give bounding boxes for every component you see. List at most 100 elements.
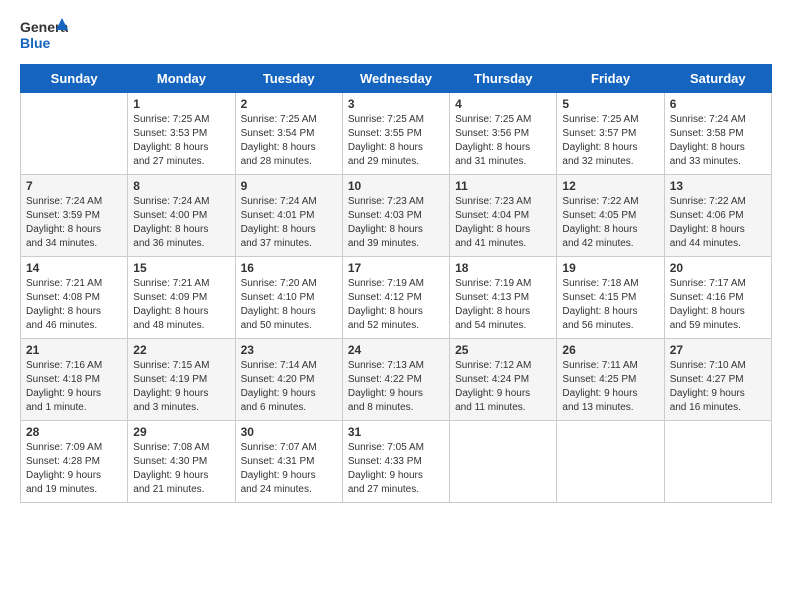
calendar-cell: 15Sunrise: 7:21 AM Sunset: 4:09 PM Dayli…	[128, 257, 235, 339]
day-info: Sunrise: 7:21 AM Sunset: 4:08 PM Dayligh…	[26, 277, 122, 333]
day-number: 9	[241, 179, 337, 193]
day-header-friday: Friday	[557, 65, 664, 93]
calendar-cell: 25 Sunrise: 7:12 AM Sunset: 4:24 PM Dayli…	[450, 339, 557, 421]
day-info: Sunrise: 7:10 AM Sunset: 4:27 PM Dayligh…	[670, 359, 766, 415]
day-number: 5	[562, 97, 658, 111]
calendar-cell: 11 Sunrise: 7:23 AM Sunset: 4:04 PM Dayli…	[450, 175, 557, 257]
svg-text:Blue: Blue	[20, 35, 51, 51]
day-info: Sunrise: 7:05 AM Sunset: 4:33 PM Dayligh…	[348, 441, 444, 497]
day-info: Sunrise: 7:25 AM Sunset: 3:54 PM Dayligh…	[241, 113, 337, 169]
day-info: Sunrise: 7:14 AM Sunset: 4:20 PM Dayligh…	[241, 359, 337, 415]
day-info: Sunrise: 7:22 AM Sunset: 4:06 PM Dayligh…	[670, 195, 766, 251]
calendar-cell: 7 Sunrise: 7:24 AM Sunset: 3:59 PM Daylig…	[21, 175, 128, 257]
day-info: Sunrise: 7:24 AM Sunset: 3:59 PM Dayligh…	[26, 195, 122, 251]
day-header-tuesday: Tuesday	[235, 65, 342, 93]
day-info: Sunrise: 7:12 AM Sunset: 4:24 PM Dayligh…	[455, 359, 551, 415]
day-number: 7	[26, 179, 122, 193]
day-info: Sunrise: 7:18 AM Sunset: 4:15 PM Dayligh…	[562, 277, 658, 333]
day-number: 11	[455, 179, 551, 193]
day-number: 13	[670, 179, 766, 193]
day-number: 18	[455, 261, 551, 275]
day-number: 27	[670, 343, 766, 357]
calendar-table: SundayMondayTuesdayWednesdayThursdayFrid…	[20, 64, 772, 503]
calendar-cell: 12Sunrise: 7:22 AM Sunset: 4:05 PM Dayli…	[557, 175, 664, 257]
week-row-3: 14 Sunrise: 7:21 AM Sunset: 4:08 PM Dayli…	[21, 257, 772, 339]
calendar-cell: 29 Sunrise: 7:08 AM Sunset: 4:30 PM Dayli…	[128, 421, 235, 503]
day-number: 23	[241, 343, 337, 357]
calendar-cell: 5Sunrise: 7:25 AM Sunset: 3:57 PM Daylig…	[557, 93, 664, 175]
day-info: Sunrise: 7:13 AM Sunset: 4:22 PM Dayligh…	[348, 359, 444, 415]
day-number: 21	[26, 343, 122, 357]
calendar-cell: 2 Sunrise: 7:25 AM Sunset: 3:54 PM Daylig…	[235, 93, 342, 175]
day-info: Sunrise: 7:24 AM Sunset: 4:00 PM Dayligh…	[133, 195, 229, 251]
calendar-cell: 21 Sunrise: 7:16 AM Sunset: 4:18 PM Dayli…	[21, 339, 128, 421]
day-info: Sunrise: 7:23 AM Sunset: 4:03 PM Dayligh…	[348, 195, 444, 251]
day-number: 28	[26, 425, 122, 439]
calendar-cell: 17 Sunrise: 7:19 AM Sunset: 4:12 PM Dayli…	[342, 257, 449, 339]
calendar-cell: 10 Sunrise: 7:23 AM Sunset: 4:03 PM Dayli…	[342, 175, 449, 257]
calendar-cell: 16 Sunrise: 7:20 AM Sunset: 4:10 PM Dayli…	[235, 257, 342, 339]
day-number: 31	[348, 425, 444, 439]
day-info: Sunrise: 7:17 AM Sunset: 4:16 PM Dayligh…	[670, 277, 766, 333]
day-info: Sunrise: 7:19 AM Sunset: 4:13 PM Dayligh…	[455, 277, 551, 333]
calendar-cell: 14 Sunrise: 7:21 AM Sunset: 4:08 PM Dayli…	[21, 257, 128, 339]
day-number: 3	[348, 97, 444, 111]
day-number: 24	[348, 343, 444, 357]
day-info: Sunrise: 7:23 AM Sunset: 4:04 PM Dayligh…	[455, 195, 551, 251]
logo-svg: General Blue	[20, 16, 68, 56]
day-info: Sunrise: 7:07 AM Sunset: 4:31 PM Dayligh…	[241, 441, 337, 497]
day-info: Sunrise: 7:19 AM Sunset: 4:12 PM Dayligh…	[348, 277, 444, 333]
week-row-5: 28Sunrise: 7:09 AM Sunset: 4:28 PM Dayli…	[21, 421, 772, 503]
calendar-cell: 28Sunrise: 7:09 AM Sunset: 4:28 PM Dayli…	[21, 421, 128, 503]
header-row: SundayMondayTuesdayWednesdayThursdayFrid…	[21, 65, 772, 93]
day-info: Sunrise: 7:24 AM Sunset: 3:58 PM Dayligh…	[670, 113, 766, 169]
day-number: 15	[133, 261, 229, 275]
day-info: Sunrise: 7:11 AM Sunset: 4:25 PM Dayligh…	[562, 359, 658, 415]
logo: General Blue	[20, 16, 68, 56]
day-number: 20	[670, 261, 766, 275]
week-row-1: 1Sunrise: 7:25 AM Sunset: 3:53 PM Daylig…	[21, 93, 772, 175]
day-number: 14	[26, 261, 122, 275]
day-number: 16	[241, 261, 337, 275]
day-number: 25	[455, 343, 551, 357]
day-number: 6	[670, 97, 766, 111]
day-info: Sunrise: 7:15 AM Sunset: 4:19 PM Dayligh…	[133, 359, 229, 415]
day-number: 22	[133, 343, 229, 357]
calendar-cell: 24 Sunrise: 7:13 AM Sunset: 4:22 PM Dayli…	[342, 339, 449, 421]
day-number: 30	[241, 425, 337, 439]
day-number: 8	[133, 179, 229, 193]
calendar-cell: 23 Sunrise: 7:14 AM Sunset: 4:20 PM Dayli…	[235, 339, 342, 421]
day-number: 2	[241, 97, 337, 111]
calendar-cell: 1Sunrise: 7:25 AM Sunset: 3:53 PM Daylig…	[128, 93, 235, 175]
day-info: Sunrise: 7:08 AM Sunset: 4:30 PM Dayligh…	[133, 441, 229, 497]
calendar-cell: 6 Sunrise: 7:24 AM Sunset: 3:58 PM Daylig…	[664, 93, 771, 175]
calendar-cell: 30 Sunrise: 7:07 AM Sunset: 4:31 PM Dayli…	[235, 421, 342, 503]
calendar-cell: 19 Sunrise: 7:18 AM Sunset: 4:15 PM Dayli…	[557, 257, 664, 339]
day-info: Sunrise: 7:16 AM Sunset: 4:18 PM Dayligh…	[26, 359, 122, 415]
day-number: 26	[562, 343, 658, 357]
calendar-cell	[557, 421, 664, 503]
calendar-cell	[664, 421, 771, 503]
calendar-cell	[450, 421, 557, 503]
day-number: 10	[348, 179, 444, 193]
day-header-wednesday: Wednesday	[342, 65, 449, 93]
day-info: Sunrise: 7:24 AM Sunset: 4:01 PM Dayligh…	[241, 195, 337, 251]
day-header-thursday: Thursday	[450, 65, 557, 93]
day-info: Sunrise: 7:25 AM Sunset: 3:55 PM Dayligh…	[348, 113, 444, 169]
day-number: 17	[348, 261, 444, 275]
calendar-cell: 31 Sunrise: 7:05 AM Sunset: 4:33 PM Dayli…	[342, 421, 449, 503]
day-info: Sunrise: 7:25 AM Sunset: 3:53 PM Dayligh…	[133, 113, 229, 169]
day-header-monday: Monday	[128, 65, 235, 93]
day-header-saturday: Saturday	[664, 65, 771, 93]
day-number: 12	[562, 179, 658, 193]
week-row-4: 21 Sunrise: 7:16 AM Sunset: 4:18 PM Dayli…	[21, 339, 772, 421]
day-number: 19	[562, 261, 658, 275]
page-header: General Blue	[20, 16, 772, 56]
calendar-cell: 18 Sunrise: 7:19 AM Sunset: 4:13 PM Dayli…	[450, 257, 557, 339]
day-info: Sunrise: 7:20 AM Sunset: 4:10 PM Dayligh…	[241, 277, 337, 333]
calendar-cell: 26 Sunrise: 7:11 AM Sunset: 4:25 PM Dayli…	[557, 339, 664, 421]
day-header-sunday: Sunday	[21, 65, 128, 93]
day-number: 29	[133, 425, 229, 439]
calendar-cell: 8 Sunrise: 7:24 AM Sunset: 4:00 PM Daylig…	[128, 175, 235, 257]
calendar-cell: 22 Sunrise: 7:15 AM Sunset: 4:19 PM Dayli…	[128, 339, 235, 421]
